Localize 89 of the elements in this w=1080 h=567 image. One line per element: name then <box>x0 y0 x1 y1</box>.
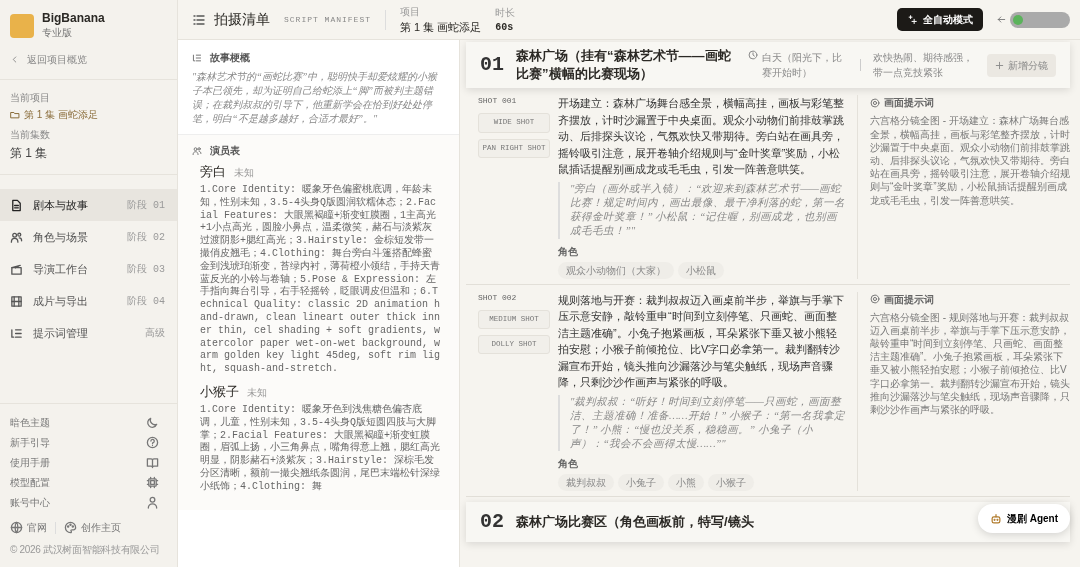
project-value: 第 1 集 画蛇添足 <box>400 19 482 35</box>
film-icon <box>10 294 23 308</box>
shot-action-text: 规则落地与开赛：裁判叔叔迈入画桌前半步，举旗与手掌下压示意安静，敲铃重申“时间到立刻停笔、只画蛇、画面整洁主题准确”。小兔子抱紧画板，耳朵紧张下垂又被小熊轻拍安慰；小猴子前倾抢位、比V字口必拿第一。裁判翻转沙漏宣布开始，镜头推向沙漏落沙与笔尖触纸，现场声音骤降，只剩沙沙作画声与紧张的呼吸。 <box>558 292 845 391</box>
field-label: 当前项目 <box>10 91 51 106</box>
character-description: 1.Core Identity: 暖象牙色偏蜜桃底调，年龄未知，性别未知，3.5-4头身Q版圆润软糯体态；2.Facial Features: 大眼黑褐瞳+渐变虹膜圈，1主高光+1小点高光，圆脸小鼻点，温柔微笑，赭石与淡紫灰过渡阴影+腮红高光；3.Hairstyle: 金棕短发带一撮俏皮翘毛；4.Clothing: 舞台旁白斗篷搭配蜂蜜金到浅琥珀渐变，苔绿内衬，薄荷橙小领结，手持天青蓝反光的小铃与卷轴；5.Pose & Expression: 左手指向舞台引导，右手轻摇铃，眨眼调皮但温和；6.Technical Quality: classic 2D animation hand-drawn, clean lineart outer thick inner thin, cel shading + soft gradients, watercolor paper wet-on-wet background, warm golden key light 45deg, soft rim light, squash-and-stretch. <box>200 184 441 376</box>
agent-button[interactable]: 漫剧 Agent <box>977 504 1070 533</box>
section-heading: 故事梗概 <box>210 51 250 65</box>
aperture-icon <box>870 97 880 108</box>
sparkle-icon <box>907 14 917 25</box>
image-prompt-text: 六宫格分镜全图 - 规则落地与开赛：裁判叔叔迈入画桌前半步，举旗与手掌下压示意安静，敲铃重申“时间到立刻停笔、只画蛇、画面整洁主题准确”。小兔子抱紧画板，耳朵紧张下垂又被小熊轻拍安慰；小猴子前倾抢位、比V字口必拿第一。裁判翻转沙漏宣布开始，镜头推向沙漏落沙与笔尖触纸，现场声音骤降，只剩沙沙作画声与紧张的呼吸。 <box>870 310 1070 417</box>
brand-name: BigBanana <box>42 12 105 26</box>
dialogue-quote: "旁白（画外或半入镜）：“欢迎来到森林艺术节——画蛇比赛！规定时间内，画出最像、最干净利落的蛇，第一名获得金叶奖章！” 小松鼠：“记住喔，别画成龙，也别画成毛毛虫！”" <box>558 181 845 239</box>
dialogue-quote: "裁判叔叔：“听好！时间到立刻停笔——只画蛇，画面整洁、主题准确！准备……开始！” 小猴子：“第一名我拿定了！” 小熊：“慢也没关系，稳稳画。” 小兔子（小声）：“我会不会画得太慢……”" <box>558 394 845 452</box>
page-subtitle: SCRIPT MANIFEST <box>284 13 371 26</box>
page-title: 拍摄清单 <box>214 10 270 29</box>
role-tag: 小猴子 <box>708 474 754 492</box>
character-name: 小猴子 <box>200 383 239 400</box>
help-icon <box>146 435 159 449</box>
robot-icon <box>989 512 1002 525</box>
shot-label: SHOT 002 <box>478 291 518 304</box>
shot-label: SHOT 001 <box>478 95 518 108</box>
section-heading: 演员表 <box>210 144 240 158</box>
chip-icon <box>146 475 159 489</box>
character-role: 未知 <box>247 385 267 400</box>
globe-icon <box>10 521 23 534</box>
scene-title: 森林广场（挂有“森林艺术节——画蛇比赛”横幅的比赛现场） <box>516 47 732 84</box>
role-tag: 裁判叔叔 <box>558 474 614 492</box>
settings-item[interactable]: 暗色主题 <box>0 412 177 432</box>
field-label: 项目 <box>400 4 421 19</box>
chevron-left-icon <box>10 55 19 65</box>
role-tag: 小松鼠 <box>678 261 724 279</box>
nav-item[interactable]: 提示词管理 高级 <box>0 317 177 350</box>
nav-item[interactable]: 成片与导出 阶段 04 <box>0 285 177 318</box>
project-name: 第 1 集 画蛇添足 <box>24 108 98 123</box>
people-icon <box>192 145 202 156</box>
settings-item[interactable]: 账号中心 <box>0 492 177 512</box>
add-shot-button[interactable]: 新增分镜 <box>987 53 1056 77</box>
clapperboard-icon <box>10 262 23 276</box>
scene-number: 01 <box>480 52 504 79</box>
scene-time: 白天（阳光下，比赛开始时） <box>762 51 843 81</box>
user-icon <box>146 495 159 509</box>
clock-icon <box>748 50 758 61</box>
field-label: 时长 <box>495 5 516 20</box>
aperture-icon <box>870 294 880 305</box>
logo-image <box>10 14 34 39</box>
list-icon <box>10 326 23 340</box>
shot-action-text: 开场建立：森林广场舞台感全景，横幅高挂，画板与彩笔整齐摆放，计时沙漏置于中央桌面。观众小动物们前排鼓掌跳动、后排探头议论，气氛欢快又带期待。旁白站在画具旁，摇铃吸引注意，展开卷轴介绍规则与“金叶奖章”奖励，小松鼠插话提醒别画成龙或毛毛虫，引发一阵善意哄笑。 <box>558 96 845 178</box>
settings-item[interactable]: 模型配置 <box>0 472 177 492</box>
moon-icon <box>146 415 159 429</box>
duration-value: 60s <box>495 20 515 35</box>
prompt-label: 画面提示词 <box>884 96 934 111</box>
edition-label: 专业版 <box>42 26 73 41</box>
book-icon <box>146 455 159 469</box>
copyright-text: © 2026 武汉树面智能科技有限公司 <box>9 543 161 557</box>
settings-item[interactable]: 使用手册 <box>0 452 177 472</box>
character-role: 未知 <box>234 166 254 180</box>
settings-item[interactable]: 新手引导 <box>0 432 177 452</box>
image-prompt-text: 六宫格分镜全图 - 开场建立：森林广场舞台感全景，横幅高挂，画板与彩笔整齐摆放，计时沙漏置于中央桌面。观众小动物们前排鼓掌跳动、后排探头议论，气氛欢快又带期待。旁白站在画具旁，摇铃吸引注意，展开卷轴介绍规则与“金叶奖章”奖励，小松鼠插话提醒别画成龙或毛毛虫，引发一阵善意哄笑。 <box>870 114 1070 207</box>
scene-mood: 欢快热闹、期待感强，带一点竞技紧张 <box>873 51 973 81</box>
footer-link[interactable]: 创作主页 <box>64 520 121 535</box>
synopsis-text: "森林艺术节的“画蛇比赛”中，聪明快手却爱炫耀的小猴子本已领先，却为证明自己给蛇添上“脚”而被判主题错误；在裁判叔叔的引导下，他重新学会在恰到好处处停笔，明白“不是越多越好，合适才最好”。" <box>192 70 439 126</box>
scene-title: 森林广场比赛区（角色画板前，特写/镜头 <box>516 513 754 532</box>
nav-item[interactable]: 剧本与故事 阶段 01 <box>0 189 177 222</box>
character-description: 1.Core Identity: 暖象牙色到浅焦糖色偏杏底调，儿童，性别未知，3.5-4头身Q版短圆四肢与大脚掌；2.Facial Features: 大眼黑褐瞳+渐变虹膜圈，眉弧上扬，小三角鼻点，嘴角得意上翘，腮红高光明显，阴影赭石+淡紫灰；3.Hairstyle: 深棕毛发分区清晰，额前一撮尖翘纸条圆润，尾巴末端松针深绿小纸饰；4.Clothing: 舞 <box>200 403 441 494</box>
arrow-left-icon[interactable] <box>997 15 1006 24</box>
role-tag: 观众小动物们（大家） <box>558 261 674 279</box>
nav-item[interactable]: 角色与场景 阶段 02 <box>0 221 177 254</box>
avatar-circle <box>1013 14 1023 25</box>
role-tag: 小熊 <box>668 474 704 492</box>
palette-icon <box>64 521 77 534</box>
plus-icon <box>995 60 1004 70</box>
document-icon <box>10 198 23 212</box>
field-label: 当前集数 <box>10 128 51 143</box>
scene-number: 02 <box>480 509 504 536</box>
role-tag: 小兔子 <box>618 474 664 492</box>
prompt-label: 画面提示词 <box>884 292 934 307</box>
auto-mode-button[interactable]: 全自动模式 <box>897 8 983 31</box>
back-link[interactable]: 返回项目概览 <box>0 48 177 81</box>
folder-icon <box>10 109 20 120</box>
list-icon <box>192 52 202 63</box>
footer-link[interactable]: 官网 <box>10 520 47 535</box>
roles-label: 角色 <box>558 457 579 472</box>
roles-label: 角色 <box>558 244 579 259</box>
menu-icon[interactable] <box>192 12 206 27</box>
nav-item[interactable]: 导演工作台 阶段 03 <box>0 253 177 286</box>
user-menu[interactable] <box>1010 11 1070 28</box>
people-icon <box>10 230 23 244</box>
episode-value: 第 1 集 <box>10 145 49 163</box>
character-name: 旁白 <box>200 164 226 180</box>
